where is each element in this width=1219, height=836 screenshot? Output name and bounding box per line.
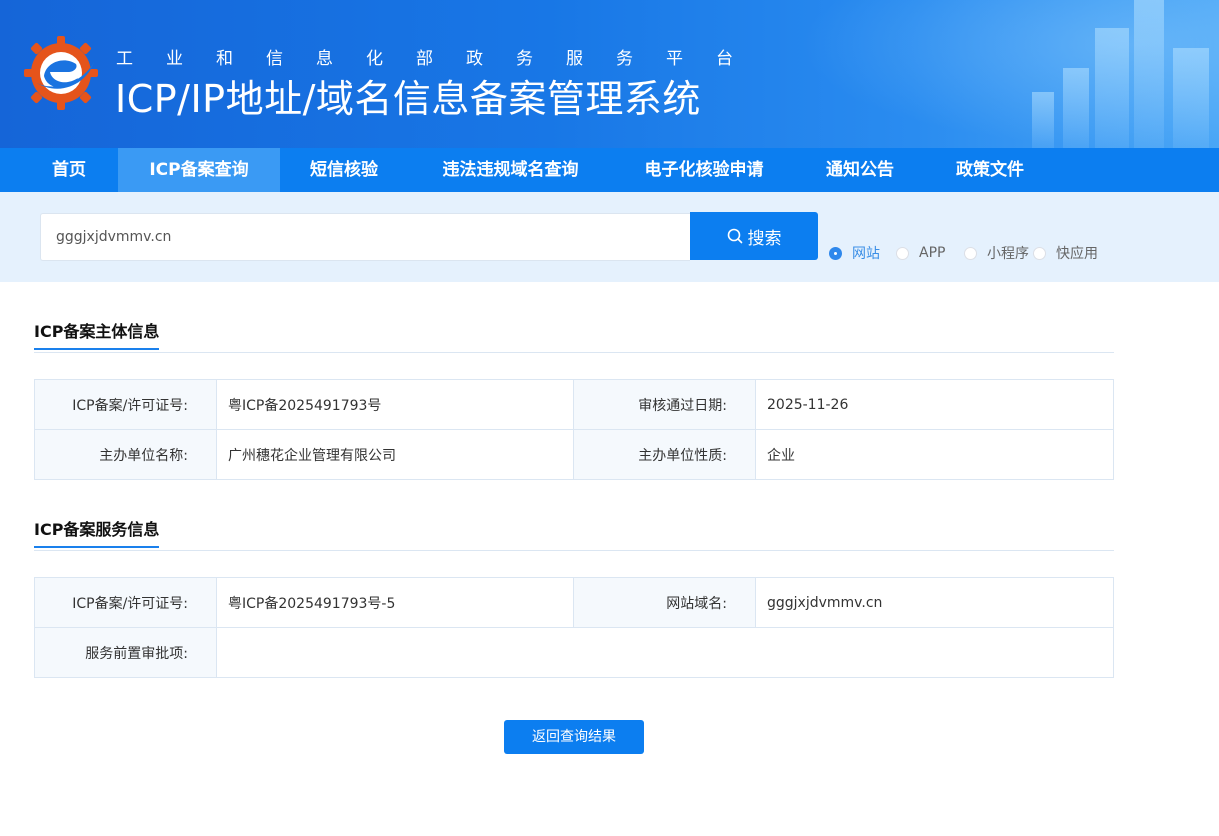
search-band: 搜索 网站 APP 小程序 快应用: [0, 192, 1219, 282]
license-number-label: ICP备案/许可证号:: [34, 379, 217, 430]
approval-date-label: 审核通过日期:: [573, 379, 756, 430]
radio-label: 网站: [852, 246, 880, 262]
type-radio-mini-program[interactable]: 小程序: [964, 244, 1029, 262]
ministry-logo-icon: [24, 36, 98, 110]
skyline-building: [1134, 0, 1164, 148]
subject-info-table: ICP备案/许可证号: 粤ICP备2025491793号 审核通过日期: 202…: [34, 379, 1114, 480]
license-number-value: 粤ICP备2025491793号: [216, 379, 574, 430]
organizer-name-label: 主办单位名称:: [34, 429, 217, 480]
table-row: 主办单位名称: 广州穗花企业管理有限公司 主办单位性质: 企业: [34, 429, 1114, 480]
radio-label: 快应用: [1056, 246, 1098, 262]
nav-item-illegal-domain-query[interactable]: 违法违规域名查询: [408, 148, 613, 192]
radio-dot: [1033, 246, 1046, 260]
radio-dot: [829, 246, 842, 260]
approval-date-value: 2025-11-26: [755, 379, 1114, 430]
organizer-type-value: 企业: [755, 429, 1114, 480]
table-row: ICP备案/许可证号: 粤ICP备2025491793号 审核通过日期: 202…: [34, 379, 1114, 430]
type-radio-website[interactable]: 网站: [829, 244, 880, 262]
type-radio-app[interactable]: APP: [896, 244, 945, 262]
skyline-building: [1095, 28, 1129, 148]
search-input[interactable]: [40, 213, 690, 261]
nav-item-home[interactable]: 首页: [20, 148, 118, 192]
service-info-title: ICP备案服务信息: [34, 516, 160, 548]
radio-label: APP: [919, 245, 946, 261]
table-row: ICP备案/许可证号: 粤ICP备2025491793号-5 网站域名: ggg…: [34, 577, 1114, 628]
skyline-building: [1032, 92, 1054, 148]
nav-item-e-verify-apply[interactable]: 电子化核验申请: [613, 148, 795, 192]
radio-dot: [896, 246, 909, 260]
website-domain-value: gggjxjdvmmv.cn: [755, 577, 1114, 628]
main-nav: 首页 ICP备案查询 短信核验 违法违规域名查询 电子化核验申请 通知公告 政策…: [0, 148, 1219, 192]
nav-item-policy-docs[interactable]: 政策文件: [925, 148, 1055, 192]
service-license-label: ICP备案/许可证号:: [34, 577, 217, 628]
pre-approval-value: [216, 627, 1114, 678]
header-subtitle: 工业和信息化部政务服务平台: [116, 49, 766, 69]
section-divider: [34, 352, 1114, 353]
search-button-label: 搜索: [747, 228, 782, 249]
nav-item-icp-query[interactable]: ICP备案查询: [118, 148, 280, 192]
skyline-building: [1173, 48, 1209, 148]
section-divider: [34, 550, 1114, 551]
organizer-type-label: 主办单位性质:: [573, 429, 756, 480]
radio-label: 小程序: [987, 246, 1029, 262]
back-to-results-button[interactable]: 返回查询结果: [504, 720, 644, 754]
nav-item-sms-verify[interactable]: 短信核验: [280, 148, 408, 192]
organizer-name-value: 广州穗花企业管理有限公司: [216, 429, 574, 480]
nav-item-notices[interactable]: 通知公告: [795, 148, 925, 192]
subject-info-title: ICP备案主体信息: [34, 318, 160, 350]
table-row: 服务前置审批项:: [34, 627, 1114, 678]
skyline-building: [1063, 68, 1089, 148]
radio-dot: [964, 246, 977, 260]
website-domain-label: 网站域名:: [573, 577, 756, 628]
header-banner: 工业和信息化部政务服务平台 ICP/IP地址/域名信息备案管理系统: [0, 0, 1219, 148]
service-info-table: ICP备案/许可证号: 粤ICP备2025491793号-5 网站域名: ggg…: [34, 577, 1114, 678]
search-button[interactable]: 搜索: [690, 212, 818, 260]
header-title: ICP/IP地址/域名信息备案管理系统: [115, 77, 701, 121]
search-icon: [727, 228, 742, 244]
pre-approval-label: 服务前置审批项:: [34, 627, 217, 678]
type-radio-quick-app[interactable]: 快应用: [1033, 244, 1098, 262]
service-license-value: 粤ICP备2025491793号-5: [216, 577, 574, 628]
